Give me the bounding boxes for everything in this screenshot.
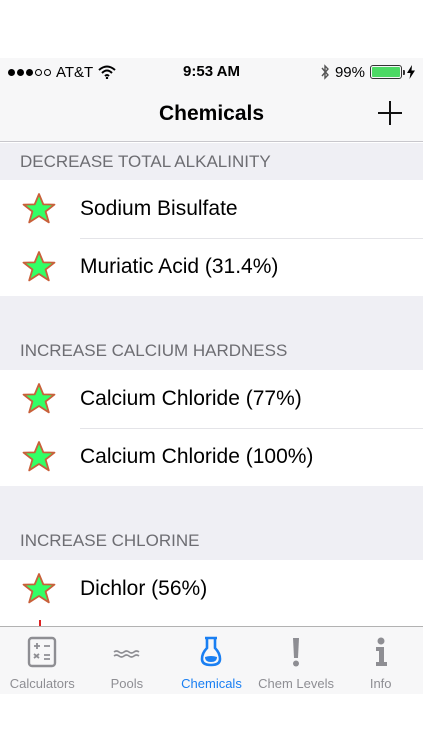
star-icon (22, 251, 56, 282)
tab-calculators[interactable]: Calculators (0, 627, 85, 694)
section-gap (0, 296, 423, 332)
chemical-row[interactable]: Muriatic Acid (31.4%) (0, 238, 423, 296)
tab-pools[interactable]: Pools (85, 627, 170, 694)
tab-bar: Calculators Pools Chemicals Chem Levels Info (0, 626, 423, 694)
flask-icon (194, 635, 228, 669)
battery-percent: 99% (334, 63, 365, 81)
info-icon (364, 635, 398, 669)
tab-info[interactable]: Info (338, 627, 423, 694)
charging-bolt-icon (407, 65, 415, 79)
section-header: DECREASE TOTAL ALKALINITY (0, 143, 423, 180)
chemical-row[interactable]: Calcium Chloride (100%) (0, 428, 423, 486)
tab-chemicals[interactable]: Chemicals (169, 627, 254, 694)
tab-label: Pools (110, 676, 144, 691)
chemical-name: Dichlor (56%) (80, 577, 208, 600)
star-icon (22, 573, 56, 604)
calculator-icon (25, 635, 59, 669)
bluetooth-icon (321, 64, 329, 80)
chemical-name: Calcium Chloride (100%) (80, 445, 314, 468)
exclamation-icon (279, 635, 313, 669)
star-icon (22, 383, 56, 414)
page-title: Chemicals (158, 102, 265, 125)
list-item-partial[interactable] (0, 618, 423, 626)
section-header: INCREASE CALCIUM HARDNESS (0, 332, 423, 370)
tab-label: Calculators (9, 676, 75, 691)
plus-icon[interactable] (375, 98, 405, 128)
chemical-name: Sodium Bisulfate (80, 197, 238, 220)
tab-label: Info (369, 676, 392, 691)
top-margin (0, 0, 423, 58)
water-waves-icon (110, 635, 144, 669)
status-bar: AT&T 9:53 AM 99% (0, 58, 423, 86)
bottom-margin (0, 694, 423, 750)
battery-icon (370, 65, 405, 79)
tab-label: Chemicals (181, 676, 242, 691)
chemicals-list[interactable]: DECREASE TOTAL ALKALINITY Sodium Bisulfat… (0, 143, 423, 626)
tab-label: Chem Levels (258, 676, 335, 691)
chemical-row[interactable]: Calcium Chloride (77%) (0, 370, 423, 428)
section-gap (0, 486, 423, 522)
section-header: INCREASE CHLORINE (0, 522, 423, 560)
status-right: 99% (320, 58, 415, 86)
battery-level-fill (372, 67, 400, 77)
chemical-row[interactable]: Sodium Bisulfate (0, 180, 423, 238)
chemical-name: Calcium Chloride (77%) (80, 387, 302, 410)
star-icon (22, 441, 56, 472)
chemical-row[interactable]: Dichlor (56%) (0, 560, 423, 618)
navigation-bar: Chemicals (0, 86, 423, 142)
tab-chem-levels[interactable]: Chem Levels (254, 627, 339, 694)
chemical-name: Muriatic Acid (31.4%) (80, 255, 279, 278)
star-icon (22, 193, 56, 224)
